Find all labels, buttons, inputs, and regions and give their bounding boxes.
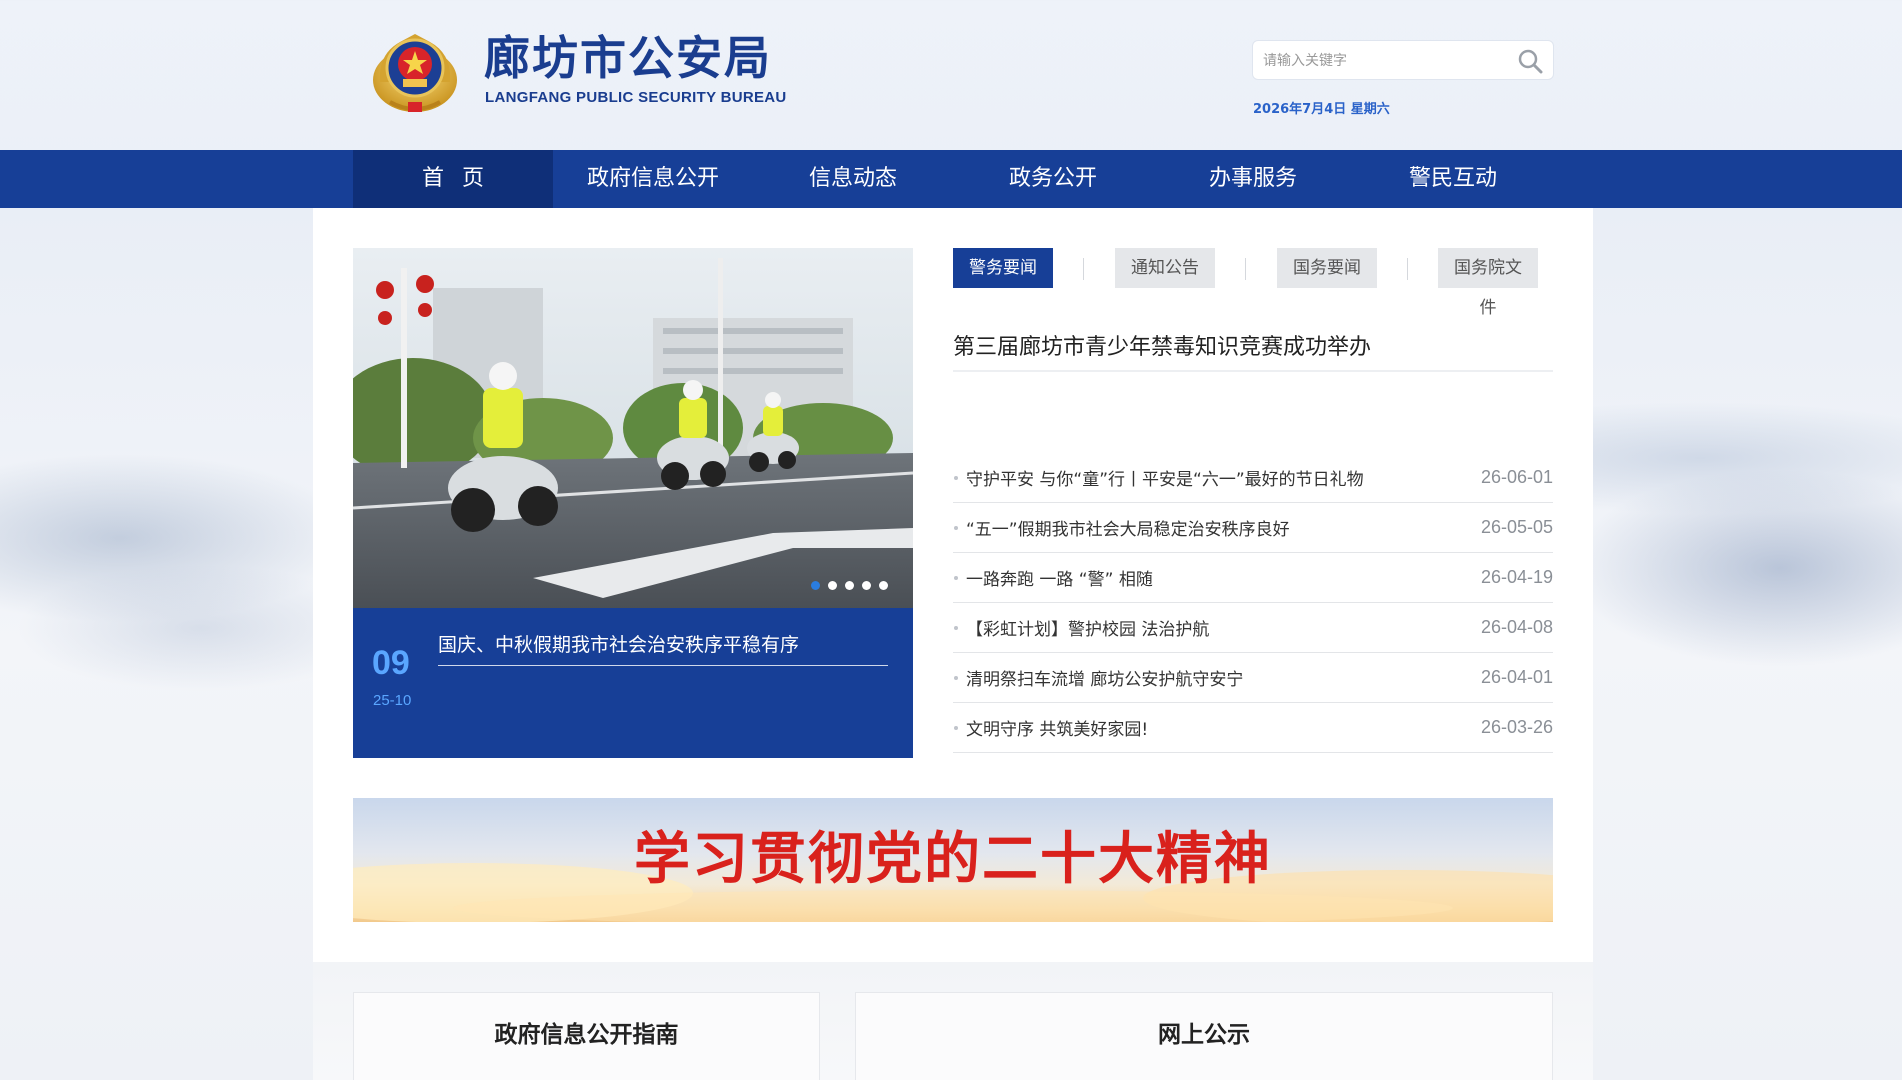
list-item[interactable]: 文明守序 共筑美好家园! 26-03-26 bbox=[953, 703, 1553, 753]
list-item[interactable]: 【彩虹计划】警护校园 法治护航 26-04-08 bbox=[953, 603, 1553, 653]
news-date: 26-06-01 bbox=[1480, 467, 1553, 487]
news-date: 26-05-05 bbox=[1480, 517, 1553, 537]
search-box bbox=[1252, 40, 1554, 80]
current-date: 2026年7月4日 星期六 bbox=[1253, 102, 1390, 117]
tab-notices[interactable]: 通知公告 bbox=[1115, 248, 1215, 288]
banner-slogan: 学习贯彻党的二十大精神 bbox=[634, 826, 1272, 892]
nav-item-interaction[interactable]: 警民互动 bbox=[1353, 150, 1553, 208]
tab-police-news[interactable]: 警务要闻 bbox=[953, 248, 1053, 288]
carousel-caption-link[interactable]: 国庆、中秋假期我市社会治安秩序平稳有序 bbox=[438, 630, 888, 666]
nav-item-affairs[interactable]: 政务公开 bbox=[953, 150, 1153, 208]
tab-divider bbox=[1083, 258, 1084, 280]
nav-item-gov-info[interactable]: 政府信息公开 bbox=[553, 150, 753, 208]
carousel-dot[interactable] bbox=[862, 581, 871, 590]
search-icon[interactable] bbox=[1517, 48, 1543, 74]
news-date: 26-03-26 bbox=[1480, 717, 1553, 737]
card-title: 网上公示 bbox=[1158, 1022, 1250, 1048]
police-emblem-logo bbox=[373, 34, 457, 112]
carousel-dots bbox=[811, 581, 888, 590]
site-title: 廊坊市公安局 bbox=[484, 31, 772, 85]
news-title: 【彩虹计划】警护校园 法治护航 bbox=[966, 620, 1210, 640]
news-list: 守护平安 与你“童”行丨平安是“六一”最好的节日礼物 26-06-01 “五一”… bbox=[953, 453, 1553, 753]
news-title: 清明祭扫车流增 廊坊公安护航守安宁 bbox=[966, 670, 1244, 690]
headline-link[interactable]: 第三届廊坊市青少年禁毒知识竞赛成功举办 bbox=[953, 330, 1553, 372]
tab-state-news[interactable]: 国务要闻 bbox=[1277, 248, 1377, 288]
news-carousel[interactable]: 09 25-10 国庆、中秋假期我市社会治安秩序平稳有序 bbox=[353, 248, 913, 758]
tab-divider bbox=[1245, 258, 1246, 280]
news-title: 守护平安 与你“童”行丨平安是“六一”最好的节日礼物 bbox=[966, 470, 1364, 490]
card-title: 政府信息公开指南 bbox=[494, 1022, 679, 1048]
bullet-icon bbox=[954, 575, 958, 580]
carousel-photo[interactable] bbox=[353, 248, 913, 608]
list-item[interactable]: 一路奔跑 一路 “警” 相随 26-04-19 bbox=[953, 553, 1553, 603]
tab-state-council-docs[interactable]: 国务院文件 bbox=[1438, 248, 1538, 318]
carousel-dot[interactable] bbox=[828, 581, 837, 590]
carousel-year-month: 25-10 bbox=[373, 692, 412, 709]
main-nav: 首页 政府信息公开 信息动态 政务公开 办事服务 警民互动 bbox=[0, 150, 1902, 208]
site-header: 廊坊市公安局 LANGFANG PUBLIC SECURITY BUREAU 2… bbox=[0, 0, 1902, 150]
news-date: 26-04-08 bbox=[1480, 617, 1553, 637]
search-input[interactable] bbox=[1263, 50, 1503, 72]
carousel-dot[interactable] bbox=[811, 581, 820, 590]
news-date: 26-04-19 bbox=[1480, 567, 1553, 587]
party-study-banner[interactable]: 学习贯彻党的二十大精神 bbox=[353, 798, 1553, 922]
news-title: 一路奔跑 一路 “警” 相随 bbox=[966, 570, 1153, 590]
news-tabs: 警务要闻 通知公告 国务要闻 国务院文件 bbox=[953, 248, 1553, 318]
bullet-icon bbox=[954, 675, 958, 680]
list-item[interactable]: 守护平安 与你“童”行丨平安是“六一”最好的节日礼物 26-06-01 bbox=[953, 453, 1553, 503]
tab-divider bbox=[1407, 258, 1408, 280]
bullet-icon bbox=[954, 625, 958, 630]
list-item[interactable]: 清明祭扫车流增 廊坊公安护航守安宁 26-04-01 bbox=[953, 653, 1553, 703]
bullet-icon bbox=[954, 525, 958, 530]
nav-item-home[interactable]: 首页 bbox=[353, 150, 553, 208]
news-title: 文明守序 共筑美好家园! bbox=[966, 720, 1149, 740]
nav-item-news[interactable]: 信息动态 bbox=[753, 150, 953, 208]
carousel-dot[interactable] bbox=[845, 581, 854, 590]
carousel-day: 09 bbox=[372, 644, 410, 682]
news-title: “五一”假期我市社会大局稳定治安秩序良好 bbox=[966, 520, 1290, 540]
carousel-dot[interactable] bbox=[879, 581, 888, 590]
card-gov-info-guide[interactable]: 政府信息公开指南 bbox=[353, 992, 820, 1080]
site-subtitle: LANGFANG PUBLIC SECURITY BUREAU bbox=[485, 89, 787, 106]
bullet-icon bbox=[954, 725, 958, 730]
bullet-icon bbox=[954, 475, 958, 480]
news-date: 26-04-01 bbox=[1480, 667, 1553, 687]
nav-item-services[interactable]: 办事服务 bbox=[1153, 150, 1353, 208]
list-item[interactable]: “五一”假期我市社会大局稳定治安秩序良好 26-05-05 bbox=[953, 503, 1553, 553]
card-online-notice[interactable]: 网上公示 bbox=[855, 992, 1553, 1080]
